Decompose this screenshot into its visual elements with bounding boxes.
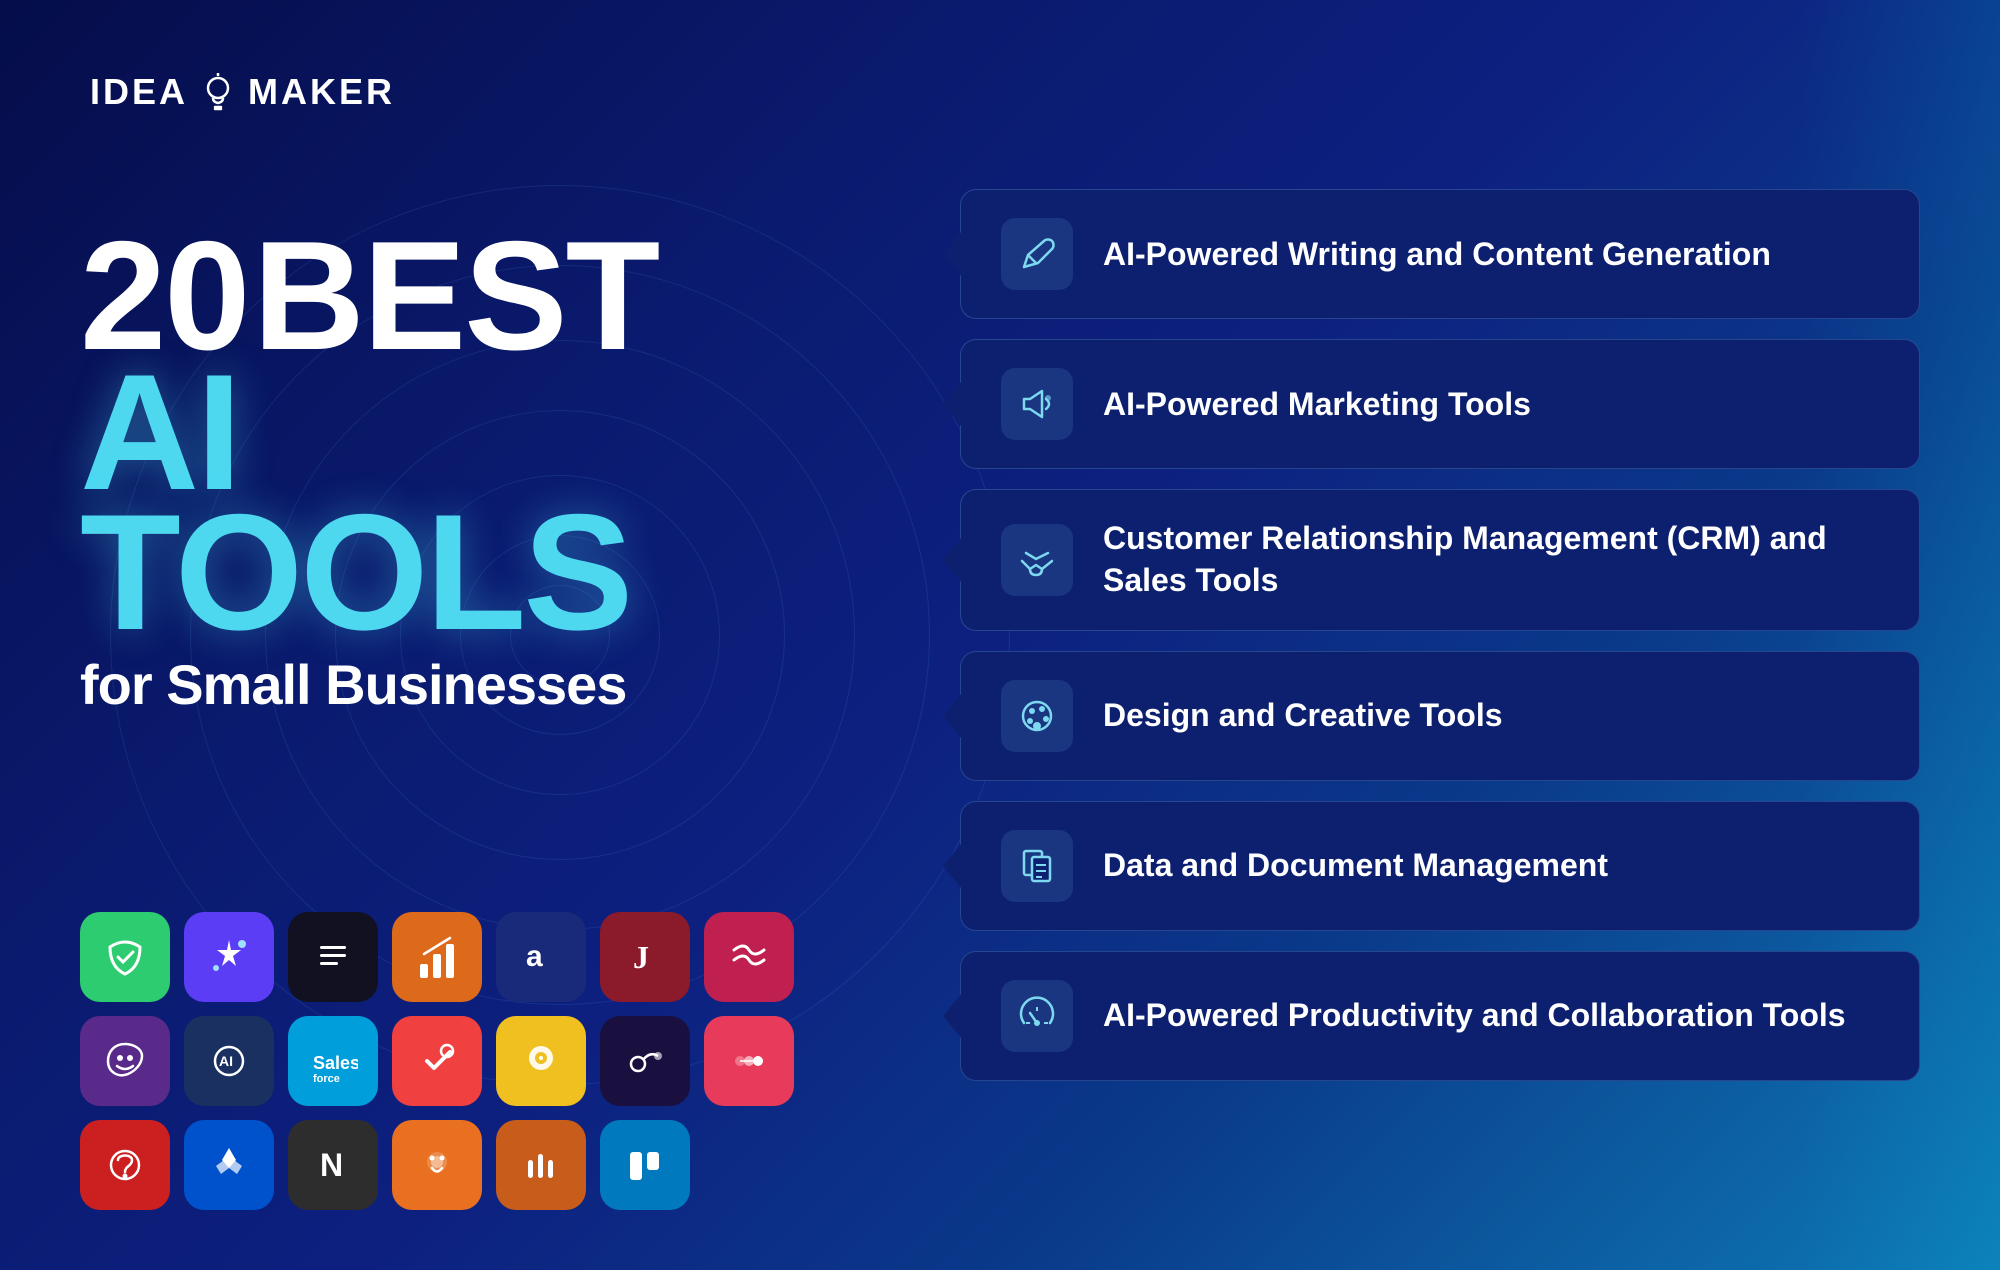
- handshake-icon: [1016, 539, 1058, 581]
- list-item: J: [600, 912, 690, 1002]
- category-card-crm: Customer Relationship Management (CRM) a…: [960, 489, 1920, 630]
- list-item: AI: [184, 1016, 274, 1106]
- list-item: [496, 1120, 586, 1210]
- category-label-crm: Customer Relationship Management (CRM) a…: [1103, 518, 1879, 601]
- list-item: [704, 1016, 794, 1106]
- category-card-design: Design and Creative Tools: [960, 651, 1920, 781]
- category-label-marketing: AI-Powered Marketing Tools: [1103, 384, 1531, 426]
- svg-text:Sales: Sales: [313, 1053, 358, 1073]
- pencil-icon: [1016, 233, 1058, 275]
- list-item: [80, 912, 170, 1002]
- list-item: [288, 912, 378, 1002]
- design-icon-wrapper: [1001, 680, 1073, 752]
- app-icons-grid: a J: [80, 912, 794, 1210]
- writing-icon-wrapper: [1001, 218, 1073, 290]
- crm-icon-wrapper: [1001, 524, 1073, 596]
- list-item: [704, 912, 794, 1002]
- list-item: [392, 912, 482, 1002]
- svg-text:force: force: [313, 1073, 340, 1085]
- list-item: [184, 912, 274, 1002]
- category-card-marketing: AI-Powered Marketing Tools: [960, 339, 1920, 469]
- list-item: Sales force: [288, 1016, 378, 1106]
- category-label-productivity: AI-Powered Productivity and Collaboratio…: [1103, 995, 1846, 1037]
- list-item: [392, 1120, 482, 1210]
- list-item: [184, 1120, 274, 1210]
- lightbulb-icon: [196, 70, 240, 114]
- category-card-writing: AI-Powered Writing and Content Generatio…: [960, 189, 1920, 319]
- list-item: N: [288, 1120, 378, 1210]
- category-label-design: Design and Creative Tools: [1103, 695, 1503, 737]
- right-section: AI-Powered Writing and Content Generatio…: [900, 0, 2000, 1270]
- hero-ai-tools: AI TOOLS: [80, 362, 740, 643]
- category-label-data: Data and Document Management: [1103, 845, 1608, 887]
- list-item: [80, 1016, 170, 1106]
- list-item: [80, 1120, 170, 1210]
- hero-subtitle: for Small Businesses: [80, 652, 740, 717]
- hero-best: BEST: [253, 209, 658, 382]
- svg-text:N: N: [320, 1147, 343, 1183]
- speedometer-icon: [1016, 995, 1058, 1037]
- main-title: 20 BEST AI TOOLS for Small Businesses: [80, 230, 740, 717]
- list-item: [392, 1016, 482, 1106]
- logo-text-part1: IDEA: [90, 71, 188, 113]
- list-item: a: [496, 912, 586, 1002]
- list-item: [600, 1120, 690, 1210]
- category-card-data: Data and Document Management: [960, 801, 1920, 931]
- category-card-productivity: AI-Powered Productivity and Collaboratio…: [960, 951, 1920, 1081]
- svg-text:a: a: [526, 940, 543, 973]
- category-label-writing: AI-Powered Writing and Content Generatio…: [1103, 234, 1771, 276]
- list-item: [600, 1016, 690, 1106]
- left-section: IDEA MAKER 20 BEST AI TOOLS for Small: [60, 0, 740, 1270]
- document-icon: [1016, 845, 1058, 887]
- logo-text-part2: MAKER: [248, 71, 395, 113]
- svg-text:AI: AI: [219, 1053, 233, 1069]
- data-icon-wrapper: [1001, 830, 1073, 902]
- productivity-icon-wrapper: [1001, 980, 1073, 1052]
- marketing-icon-wrapper: [1001, 368, 1073, 440]
- main-container: IDEA MAKER 20 BEST AI TOOLS for Small: [0, 0, 2000, 1270]
- list-item: [496, 1016, 586, 1106]
- logo: IDEA MAKER: [90, 70, 395, 114]
- svg-text:J: J: [633, 939, 649, 975]
- megaphone-icon: [1016, 383, 1058, 425]
- palette-icon: [1016, 695, 1058, 737]
